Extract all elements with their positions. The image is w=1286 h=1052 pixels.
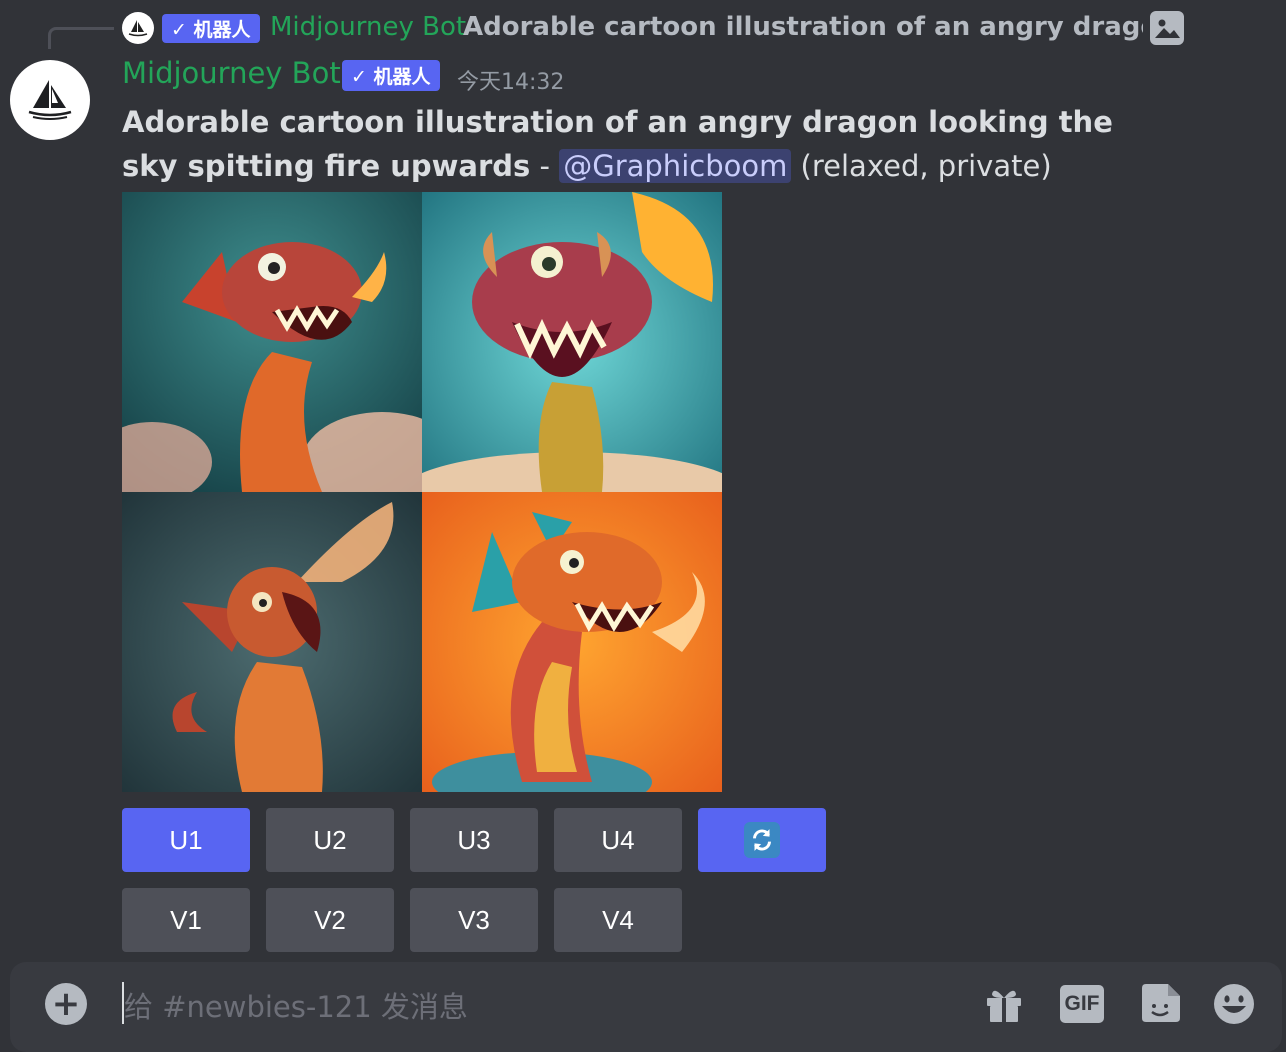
reply-bot-tag: ✓ 机器人	[162, 14, 260, 43]
gif-label: GIF	[1060, 985, 1104, 1023]
status-text: (relaxed, private)	[791, 149, 1052, 183]
gift-icon[interactable]	[982, 982, 1026, 1026]
separator: -	[530, 149, 560, 183]
gif-icon[interactable]: GIF	[1060, 982, 1104, 1026]
image-tile-4[interactable]	[422, 492, 722, 792]
upscale-button-4[interactable]: U4	[554, 808, 682, 872]
reroll-button[interactable]	[698, 808, 826, 872]
refresh-icon	[744, 822, 780, 858]
sticker-icon[interactable]	[1138, 982, 1182, 1026]
user-mention[interactable]: @Graphicboom	[559, 149, 792, 183]
midjourney-logo-icon	[128, 20, 148, 37]
message-input[interactable]: 给 #newbies-121 发消息	[124, 984, 468, 1026]
bot-tag: ✓ 机器人	[342, 60, 440, 91]
upscale-button-1[interactable]: U1	[122, 808, 250, 872]
timestamp: 今天14:32	[457, 70, 565, 95]
reply-preview-text[interactable]: Adorable cartoon illustration of an angr…	[463, 12, 1143, 42]
reply-username[interactable]: Midjourney Bot	[270, 12, 466, 42]
emoji-icon[interactable]	[1212, 982, 1256, 1026]
variation-button-1[interactable]: V1	[122, 888, 250, 952]
add-circle-icon[interactable]: +	[45, 983, 87, 1025]
variation-button-3[interactable]: V3	[410, 888, 538, 952]
message-content: Adorable cartoon illustration of an angr…	[122, 100, 1162, 188]
reply-spine	[48, 27, 114, 49]
image-grid[interactable]	[122, 192, 722, 792]
variation-button-2[interactable]: V2	[266, 888, 394, 952]
image-tile-1[interactable]	[122, 192, 422, 492]
image-icon	[1150, 11, 1184, 45]
avatar[interactable]	[10, 60, 90, 140]
image-tile-2[interactable]	[422, 192, 722, 492]
image-tile-3[interactable]	[122, 492, 422, 792]
reply-avatar[interactable]	[122, 12, 154, 44]
upscale-button-3[interactable]: U3	[410, 808, 538, 872]
upscale-button-2[interactable]: U2	[266, 808, 394, 872]
username[interactable]: Midjourney Bot	[122, 56, 341, 90]
variation-button-4[interactable]: V4	[554, 888, 682, 952]
midjourney-logo-icon	[28, 80, 72, 120]
